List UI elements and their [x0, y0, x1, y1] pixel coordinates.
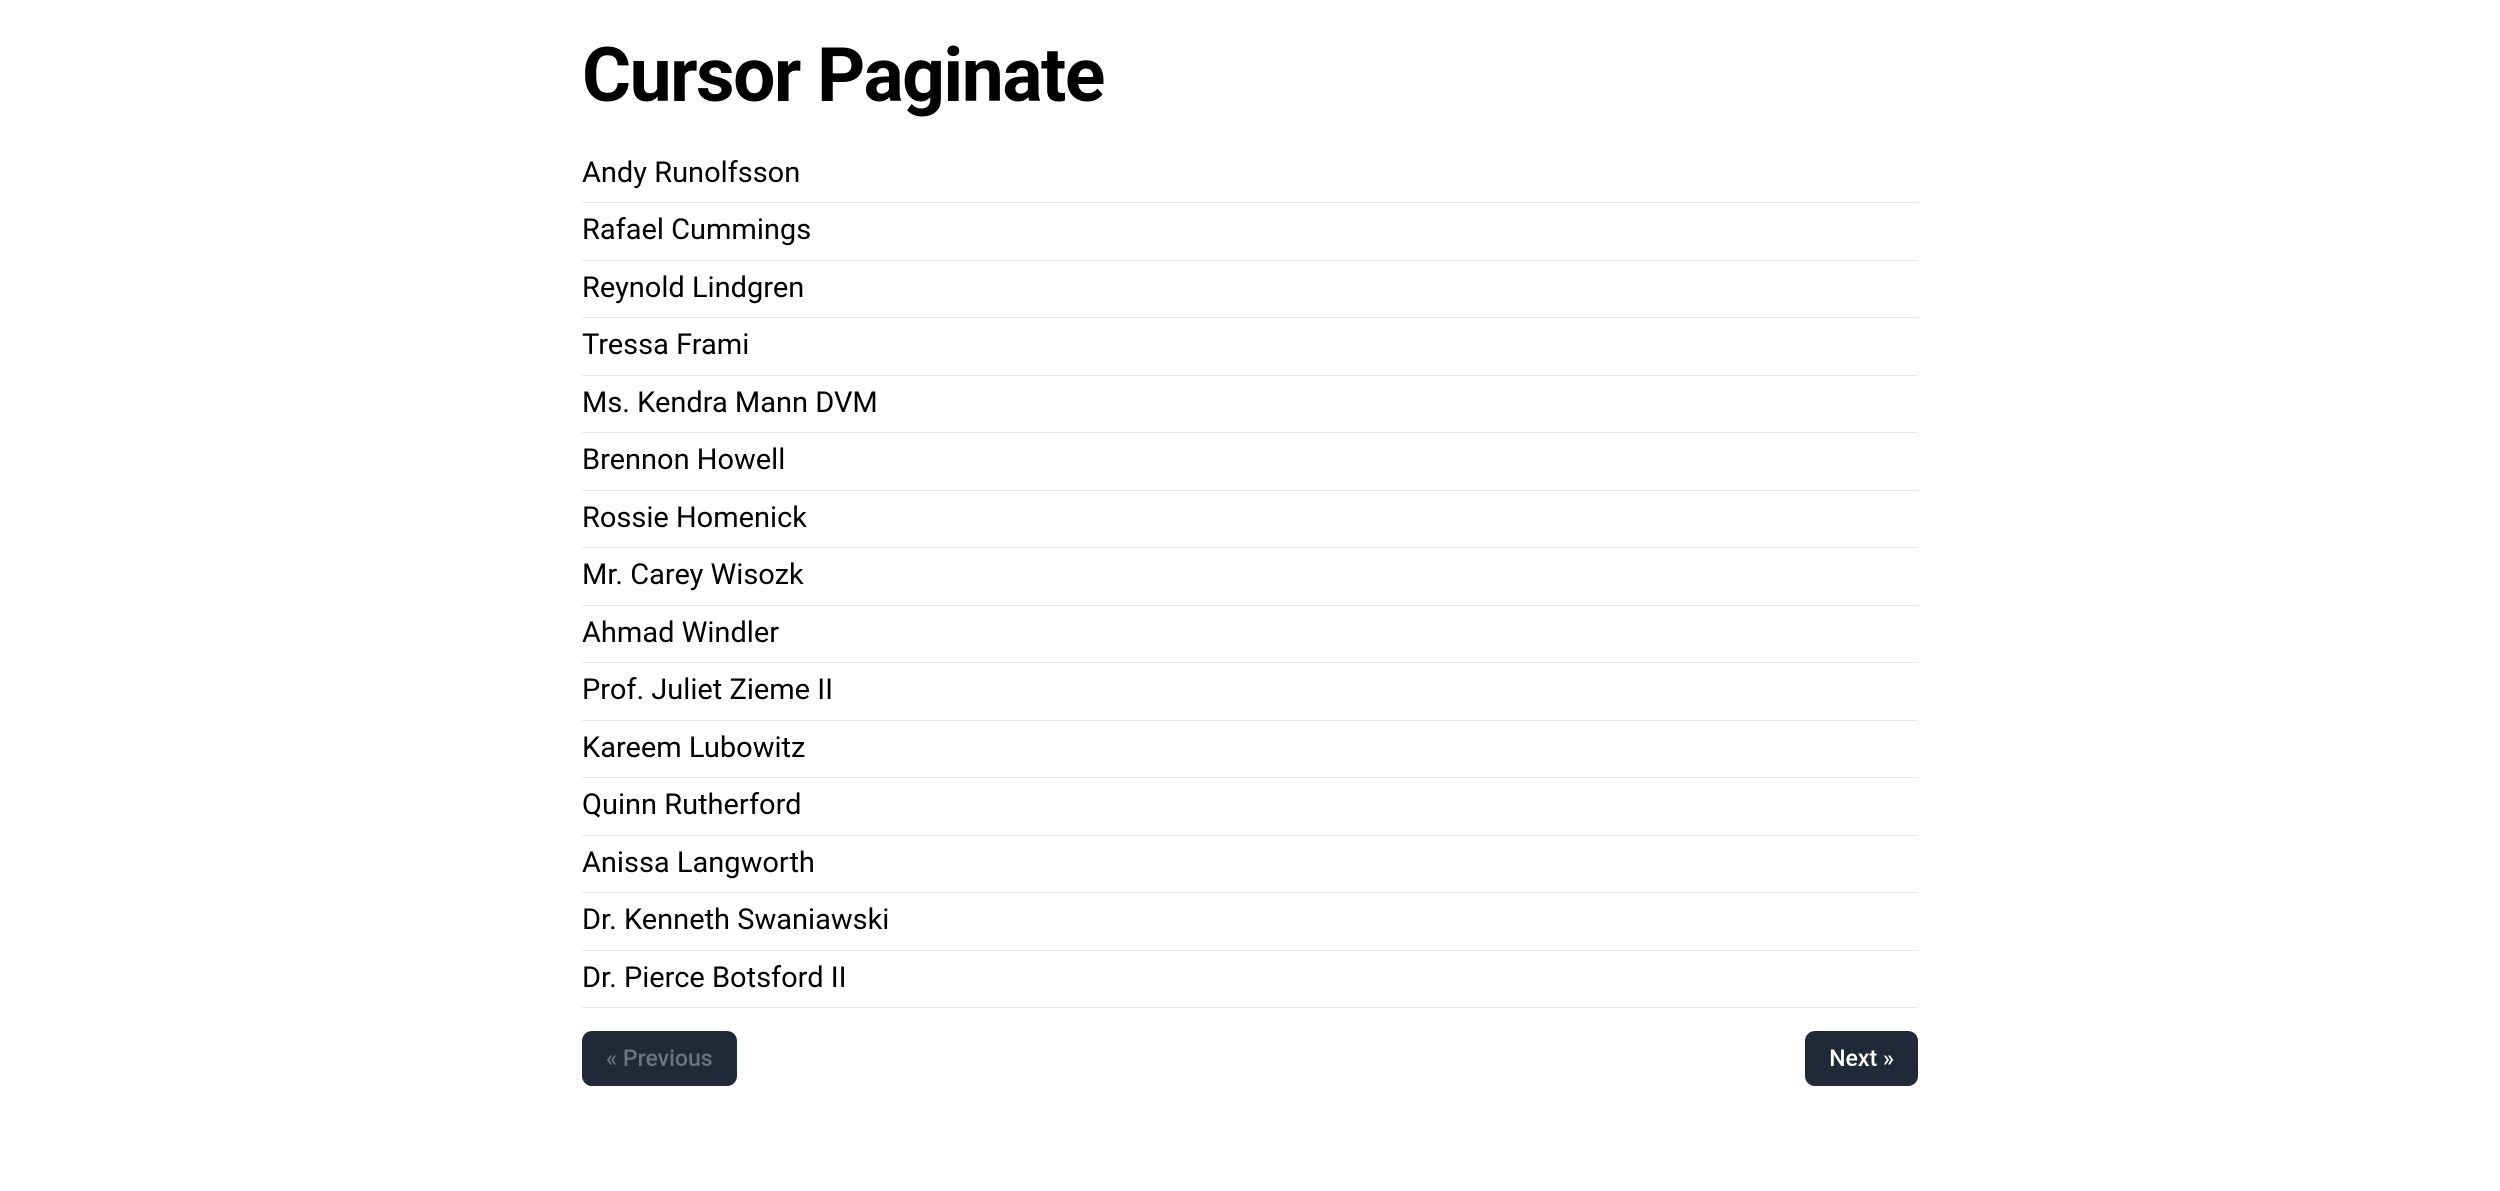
list-item: Kareem Lubowitz: [582, 721, 1918, 779]
user-list: Andy Runolfsson Rafael Cummings Reynold …: [582, 146, 1918, 1009]
list-item: Andy Runolfsson: [582, 146, 1918, 204]
page-title: Cursor Paginate: [582, 35, 1918, 118]
list-item: Dr. Kenneth Swaniawski: [582, 893, 1918, 951]
list-item: Dr. Pierce Botsford II: [582, 951, 1918, 1009]
pagination: « Previous Next »: [582, 1031, 1918, 1086]
list-item: Ms. Kendra Mann DVM: [582, 376, 1918, 434]
list-item: Rossie Homenick: [582, 491, 1918, 549]
list-item: Rafael Cummings: [582, 203, 1918, 261]
list-item: Brennon Howell: [582, 433, 1918, 491]
list-item: Prof. Juliet Zieme II: [582, 663, 1918, 721]
list-item: Quinn Rutherford: [582, 778, 1918, 836]
previous-button[interactable]: « Previous: [582, 1031, 737, 1086]
list-item: Reynold Lindgren: [582, 261, 1918, 319]
list-item: Tressa Frami: [582, 318, 1918, 376]
list-item: Ahmad Windler: [582, 606, 1918, 664]
list-item: Mr. Carey Wisozk: [582, 548, 1918, 606]
next-button[interactable]: Next »: [1805, 1031, 1918, 1086]
list-item: Anissa Langworth: [582, 836, 1918, 894]
